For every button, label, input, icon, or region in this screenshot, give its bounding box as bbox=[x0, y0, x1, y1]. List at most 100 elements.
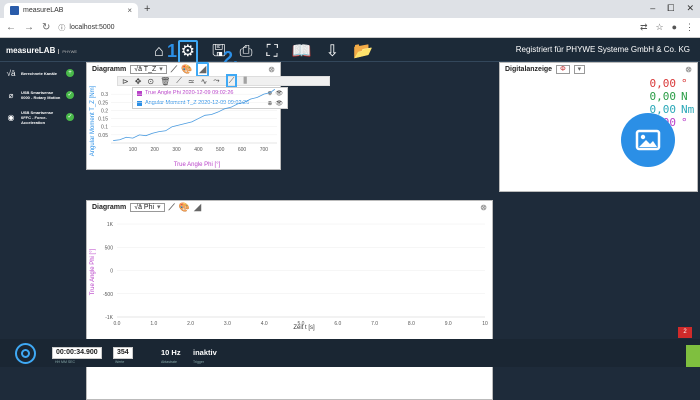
download-icon[interactable]: ⇩ bbox=[326, 42, 339, 62]
forward-icon[interactable]: → bbox=[24, 22, 34, 33]
digital-row: 0,00 N bbox=[649, 90, 688, 103]
panel-title: Diagramm bbox=[92, 203, 127, 211]
x-tick-label: 9.0 bbox=[445, 321, 452, 327]
book-icon[interactable]: 📖 bbox=[292, 42, 312, 62]
reload-icon[interactable]: ↻ bbox=[42, 22, 50, 33]
x-tick-label: 300 bbox=[172, 147, 181, 153]
y-tick-label: 0.2 bbox=[101, 108, 108, 114]
y-axis-label: True Angle Phi [°] bbox=[90, 248, 96, 295]
app-logo: measureLAB PHYWE bbox=[6, 46, 78, 55]
address-bar: ← → ↻ ⓘ localhost:5000 ⇄ ☆ ● ⋮ bbox=[0, 18, 700, 38]
sidebar-item-calculated-channels[interactable]: √ā Berechnete Kanäle + bbox=[0, 62, 78, 84]
x-tick-label: 3.0 bbox=[224, 321, 231, 327]
menu-dots-icon[interactable]: ⋮ bbox=[685, 22, 694, 33]
minimize-button[interactable]: – bbox=[650, 3, 655, 14]
x-tick-label: 0.0 bbox=[114, 321, 121, 327]
digital-display-panel: Digitalanzeige Φ ▾ ⊗ 0,00 ° 0,00 N 0,00 Nm … bbox=[499, 62, 698, 192]
angle-vs-time-chart: 0.0 1.0 2.0 3.0 4.0 5.0 6.0 7.0 8.0 9.0 101K5000-5… bbox=[90, 222, 488, 331]
open-folder-icon[interactable]: 📂 bbox=[353, 42, 373, 62]
info-icon[interactable]: ⓘ bbox=[58, 23, 65, 33]
browser-tab[interactable]: measureLAB × bbox=[4, 3, 138, 18]
x-tick-label: 7.0 bbox=[371, 321, 378, 327]
line-style-icon[interactable]: ⟋ bbox=[171, 64, 177, 75]
x-tick-label: 700 bbox=[260, 147, 269, 153]
tab-title: measureLAB bbox=[23, 7, 64, 14]
settings-icon[interactable]: ⚙ bbox=[177, 40, 199, 64]
home-icon[interactable]: ⌂ bbox=[154, 42, 164, 62]
browser-tabstrip: measureLAB × + – ⧠ ✕ bbox=[0, 0, 700, 18]
y-tick-label: 0.1 bbox=[101, 125, 108, 131]
elapsed-time: 00:00:34.900 bbox=[52, 347, 102, 359]
status-bar: 00:00:34.900 HH MM SEC 354 Werte 10 Hz A… bbox=[0, 339, 700, 367]
y-tick-label: 0 bbox=[110, 269, 113, 275]
format-select[interactable]: ▾ bbox=[573, 64, 586, 74]
record-button[interactable] bbox=[15, 343, 36, 364]
translate-icon[interactable]: ⇄ bbox=[640, 22, 648, 33]
check-icon: ✓ bbox=[66, 113, 74, 121]
rate-caption: Abtastrate bbox=[161, 360, 177, 364]
url-field[interactable]: ⓘ localhost:5000 bbox=[58, 23, 632, 33]
export-icon[interactable]: ⎙ bbox=[240, 42, 253, 62]
force-sensor-icon: ◉ bbox=[7, 112, 15, 122]
sqrt-icon: √ā bbox=[6, 68, 16, 78]
favicon-icon bbox=[10, 6, 19, 15]
x-axis-label: Zeit t [s] bbox=[293, 325, 315, 331]
y-tick-label: 0.3 bbox=[101, 92, 108, 98]
x-tick-label: 400 bbox=[194, 147, 203, 153]
diagram-panel-1: Diagramm √ā T_Z ▾ ⟋ 🎨 ◢ ⊗ ⊳ ✥ ⊙ 🗑 ⟋ ≃ ∿ ⤳… bbox=[86, 61, 330, 170]
x-tick-label: 2.0 bbox=[187, 321, 194, 327]
sidebar-item-force-acceleration[interactable]: ◉ USB Smartsense 0FFC - Force-Accelerati… bbox=[0, 106, 78, 128]
bookmark-star-icon[interactable]: ☆ bbox=[655, 22, 663, 33]
y-axis-label: Angular Moment T_Z [Nm] bbox=[90, 85, 96, 156]
profile-icon[interactable]: ● bbox=[672, 22, 677, 33]
x-tick-label: 8.0 bbox=[408, 321, 415, 327]
maximize-button[interactable]: ⧠ bbox=[667, 3, 674, 14]
notification-badge[interactable]: 2 bbox=[678, 327, 692, 338]
sensor-sidebar: √ā Berechnete Kanäle + ⌀ USB Smartsense … bbox=[0, 62, 78, 339]
channel-select[interactable]: Φ bbox=[556, 64, 570, 74]
panel-title: Digitalanzeige bbox=[505, 65, 553, 73]
y-tick-label: 1K bbox=[107, 222, 114, 228]
close-panel-icon[interactable]: ⊗ bbox=[268, 65, 275, 74]
y-tick-label: 0.25 bbox=[98, 100, 108, 106]
x-tick-label: 500 bbox=[216, 147, 225, 153]
check-icon: ✓ bbox=[66, 91, 74, 99]
close-panel-icon[interactable]: ⊗ bbox=[685, 65, 692, 74]
line-style-icon[interactable]: ⟋ bbox=[169, 202, 175, 213]
axis-settings-icon[interactable]: ◢ bbox=[194, 202, 201, 213]
image-placeholder-icon bbox=[621, 113, 675, 167]
x-tick-label: 1.0 bbox=[150, 321, 157, 327]
channel-select[interactable]: √ā Phi ▾ bbox=[130, 202, 165, 212]
channel-select[interactable]: √ā T_Z ▾ bbox=[130, 64, 167, 74]
close-panel-icon[interactable]: ⊗ bbox=[480, 203, 487, 212]
value-count: 354 bbox=[113, 347, 133, 359]
series-line bbox=[113, 88, 276, 141]
url-text: localhost:5000 bbox=[69, 24, 115, 31]
trigger-status: inaktiv bbox=[193, 348, 217, 357]
new-tab-button[interactable]: + bbox=[144, 3, 150, 15]
color-palette-icon[interactable]: 🎨 bbox=[179, 202, 190, 213]
x-tick-label: 6.0 bbox=[334, 321, 341, 327]
y-tick-label: 0.05 bbox=[98, 133, 108, 139]
x-tick-label: 4.0 bbox=[261, 321, 268, 327]
app-header: measureLAB PHYWE ⌂ ⚙ 🖫 ⎙ ⛶ 📖 ⇩ 📂 Registri… bbox=[0, 38, 700, 64]
close-window-button[interactable]: ✕ bbox=[686, 3, 694, 14]
workspace: Diagramm √ā T_Z ▾ ⟋ 🎨 ◢ ⊗ ⊳ ✥ ⊙ 🗑 ⟋ ≃ ∿ ⤳… bbox=[78, 61, 700, 400]
tab-close-icon[interactable]: × bbox=[127, 6, 132, 15]
help-button[interactable] bbox=[686, 345, 700, 367]
y-tick-label: -1K bbox=[105, 315, 113, 321]
back-icon[interactable]: ← bbox=[6, 22, 16, 33]
fullscreen-icon[interactable]: ⛶ bbox=[266, 42, 277, 62]
axis-settings-icon[interactable]: ◢ bbox=[196, 61, 210, 77]
color-palette-icon[interactable]: 🎨 bbox=[181, 64, 192, 75]
digital-row: 0,00° bbox=[649, 77, 688, 90]
torque-vs-angle-chart: 100 200 300 400 500 600 700 0.05 0.1 0.15 0.2 0.25 0… bbox=[90, 85, 277, 168]
x-tick-label: 600 bbox=[238, 147, 247, 153]
add-icon[interactable]: + bbox=[66, 69, 74, 77]
y-tick-label: 500 bbox=[105, 245, 114, 251]
x-axis-label: True Angle Phi [°] bbox=[174, 162, 221, 168]
rotary-sensor-icon: ⌀ bbox=[8, 90, 14, 100]
sidebar-item-rotary-motion[interactable]: ⌀ USB Smartsense 0000 - Rotary Motion ✓ bbox=[0, 84, 78, 106]
time-caption: HH MM SEC bbox=[55, 360, 76, 364]
window-controls: – ⧠ ✕ bbox=[650, 3, 694, 14]
